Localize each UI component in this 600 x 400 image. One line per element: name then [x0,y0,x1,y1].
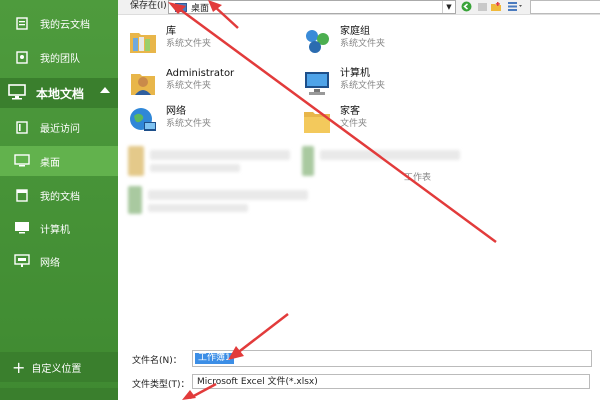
sidebar-item-desktop[interactable]: 桌面 [0,146,118,176]
sidebar-item-label: 计算机 [40,224,70,236]
sidebar-item-my-team[interactable]: 我的团队 [0,42,118,72]
sidebar-item-cloud-docs[interactable]: 我的云文档 [0,8,118,38]
chevron-down-icon[interactable]: ▼ [442,1,455,13]
save-in-dropdown[interactable]: 桌面 ▼ [168,0,456,14]
toolbar-right-field[interactable] [530,0,600,14]
blurred-file-caption: 工作表 [404,173,432,183]
file-item-library[interactable]: 库 系统文件夹 [126,24,296,60]
file-name: Administrator [166,68,235,79]
sidebar-item-label: 我的团队 [40,53,80,65]
blurred-file-icon [302,146,314,176]
recent-folder-icon [12,119,32,135]
blurred-file-sub [150,164,240,172]
library-icon [126,24,160,58]
collapse-caret-icon[interactable] [100,87,110,93]
toolbar: 保存在(I)： 桌面 ▼ [118,0,600,15]
file-item-computer[interactable]: 计算机 系统文件夹 [300,66,470,102]
file-name: 家客 [340,106,360,117]
file-type: 文件夹 [340,119,368,129]
folder-icon [300,104,334,138]
file-type: 系统文件夹 [340,81,386,91]
user-folder-icon [126,66,160,100]
cloud-doc-icon [12,15,32,31]
file-type: 系统文件夹 [166,81,212,91]
file-type: 系统文件夹 [340,39,386,49]
sidebar-item-computer[interactable]: 计算机 [0,213,118,243]
filetype-label: 文件类型(T)： [132,380,190,390]
file-name: 家庭组 [340,26,370,37]
computer-icon [300,66,334,100]
sidebar-item-label: 我的云文档 [40,19,90,31]
network-icon [12,253,32,269]
homegroup-icon [300,24,334,58]
plus-icon: + [12,357,26,377]
section-title: 本地文档 [36,86,85,101]
sidebar-item-recent[interactable]: 最近访问 [0,112,118,142]
sidebar: 我的云文档 我的团队 本地文档 最近访问 桌面 我的文档 计算机 网络 + 自定… [0,0,118,400]
file-browser: 保存在(I)： 桌面 ▼ 库 系统文件夹 家庭组 系统文件夹 Administr… [118,0,600,400]
sidebar-item-label: 最近访问 [40,123,80,135]
filename-row: 文件名(N)： 工作簿1 [118,350,600,368]
file-name: 计算机 [340,68,370,79]
blurred-file-icon [128,146,144,176]
custom-location-label: 自定义位置 [31,363,82,375]
file-name: 网络 [166,106,186,117]
view-menu-icon[interactable] [506,0,524,12]
file-name: 库 [166,26,176,37]
filename-input[interactable]: 工作簿1 [192,350,592,367]
save-in-value: 桌面 [191,3,210,14]
monitor-icon [8,83,30,103]
sidebar-item-label: 网络 [40,257,60,269]
up-folder-icon[interactable] [476,0,488,12]
network-globe-icon [126,104,160,138]
sidebar-item-network[interactable]: 网络 [0,246,118,276]
back-icon[interactable] [460,0,472,12]
file-type: 系统文件夹 [166,39,212,49]
new-folder-icon[interactable] [490,0,502,12]
blurred-file-name [150,150,290,160]
file-item-jiake[interactable]: 家客 文件夹 [300,104,470,140]
filetype-select[interactable]: Microsoft Excel 文件(*.xlsx) [192,374,590,389]
file-item-administrator[interactable]: Administrator 系统文件夹 [126,66,296,102]
sidebar-bottom-strip [0,388,118,400]
file-item-network[interactable]: 网络 系统文件夹 [126,104,296,140]
filetype-row: 文件类型(T)： Microsoft Excel 文件(*.xlsx) [118,374,600,392]
file-item-homegroup[interactable]: 家庭组 系统文件夹 [300,24,470,60]
blurred-file-sub [148,204,248,212]
my-documents-icon [12,187,32,203]
filename-label: 文件名(N)： [132,356,182,366]
custom-location-button[interactable]: + 自定义位置 [0,352,118,382]
filename-value: 工作簿1 [195,353,234,364]
file-type: 系统文件夹 [166,119,212,129]
blurred-file-name [320,150,460,160]
desktop-small-icon [175,2,187,12]
blurred-file-icon [128,186,142,214]
desktop-icon [12,153,32,169]
section-local-documents[interactable]: 本地文档 [0,78,118,108]
sidebar-item-label: 桌面 [40,157,60,169]
team-icon [12,49,32,65]
sidebar-item-my-documents[interactable]: 我的文档 [0,180,118,210]
sidebar-item-label: 我的文档 [40,191,80,203]
blurred-file-name [148,190,308,200]
computer-icon [12,220,32,236]
